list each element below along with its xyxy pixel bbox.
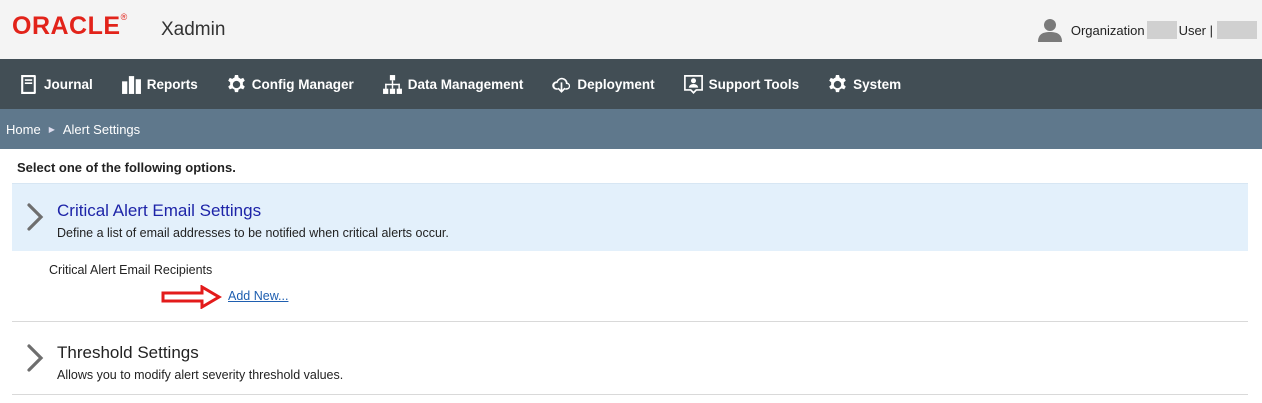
section-description: Define a list of email addresses to be n… xyxy=(57,226,449,240)
nav-journal[interactable]: Journal xyxy=(18,74,93,95)
nav-system-label: System xyxy=(853,76,902,92)
user-info[interactable]: Organization User | xyxy=(1037,17,1257,43)
nav-support-tools-label: Support Tools xyxy=(708,76,800,92)
bar-chart-icon xyxy=(121,75,141,94)
app-name: Xadmin xyxy=(161,19,226,40)
breadcrumb: Home ▶ Alert Settings xyxy=(0,109,1262,149)
main-navbar: Journal Reports Config Manager Data Mana… xyxy=(0,59,1262,109)
nav-config-manager-label: Config Manager xyxy=(251,76,354,92)
cloud-download-icon xyxy=(552,77,571,93)
nav-deployment-label: Deployment xyxy=(577,76,655,92)
section-title[interactable]: Threshold Settings xyxy=(57,343,199,363)
nav-data-management[interactable]: Data Management xyxy=(382,74,524,95)
book-icon xyxy=(21,74,36,94)
nav-deployment[interactable]: Deployment xyxy=(551,74,655,95)
user-avatar-icon xyxy=(1037,19,1062,42)
organization-redacted xyxy=(1146,21,1177,39)
nav-config-manager[interactable]: Config Manager xyxy=(226,74,354,95)
instruction-text: Select one of the following options. xyxy=(17,160,236,175)
organization-label: Organization xyxy=(1070,22,1145,38)
add-new-link[interactable]: Add New... xyxy=(228,289,288,303)
recipients-label: Critical Alert Email Recipients xyxy=(49,263,213,277)
nav-reports[interactable]: Reports xyxy=(121,74,198,95)
hierarchy-icon xyxy=(382,74,402,94)
nav-data-management-label: Data Management xyxy=(407,76,524,92)
nav-reports-label: Reports xyxy=(146,76,198,92)
threshold-settings-section[interactable]: Threshold Settings Allows you to modify … xyxy=(12,321,1248,395)
user-redacted xyxy=(1217,21,1257,39)
section-title[interactable]: Critical Alert Email Settings xyxy=(57,201,261,221)
gear-icon xyxy=(227,74,245,92)
annotation-arrow-icon xyxy=(161,285,222,309)
breadcrumb-current: Alert Settings xyxy=(62,121,141,137)
oracle-logo: ORACLE® xyxy=(12,12,128,41)
chevron-right-icon[interactable] xyxy=(26,202,46,232)
nav-support-tools[interactable]: Support Tools xyxy=(683,74,800,95)
chevron-right-icon[interactable] xyxy=(26,343,46,373)
user-label: User | xyxy=(1178,22,1213,38)
logo-text: ORACLE xyxy=(12,12,121,40)
registered-mark: ® xyxy=(120,12,128,22)
breadcrumb-home[interactable]: Home xyxy=(6,122,41,137)
nav-journal-label: Journal xyxy=(44,76,93,92)
support-person-icon xyxy=(683,74,703,94)
critical-alert-email-section[interactable]: Critical Alert Email Settings Define a l… xyxy=(12,183,1248,251)
app-header: ORACLE® Xadmin Organization User | xyxy=(0,0,1262,59)
section-description: Allows you to modify alert severity thre… xyxy=(57,368,344,382)
gear-icon xyxy=(829,74,846,92)
main-content: Select one of the following options. Cri… xyxy=(0,149,1262,403)
breadcrumb-separator-icon: ▶ xyxy=(48,124,55,134)
nav-system[interactable]: System xyxy=(827,74,901,95)
